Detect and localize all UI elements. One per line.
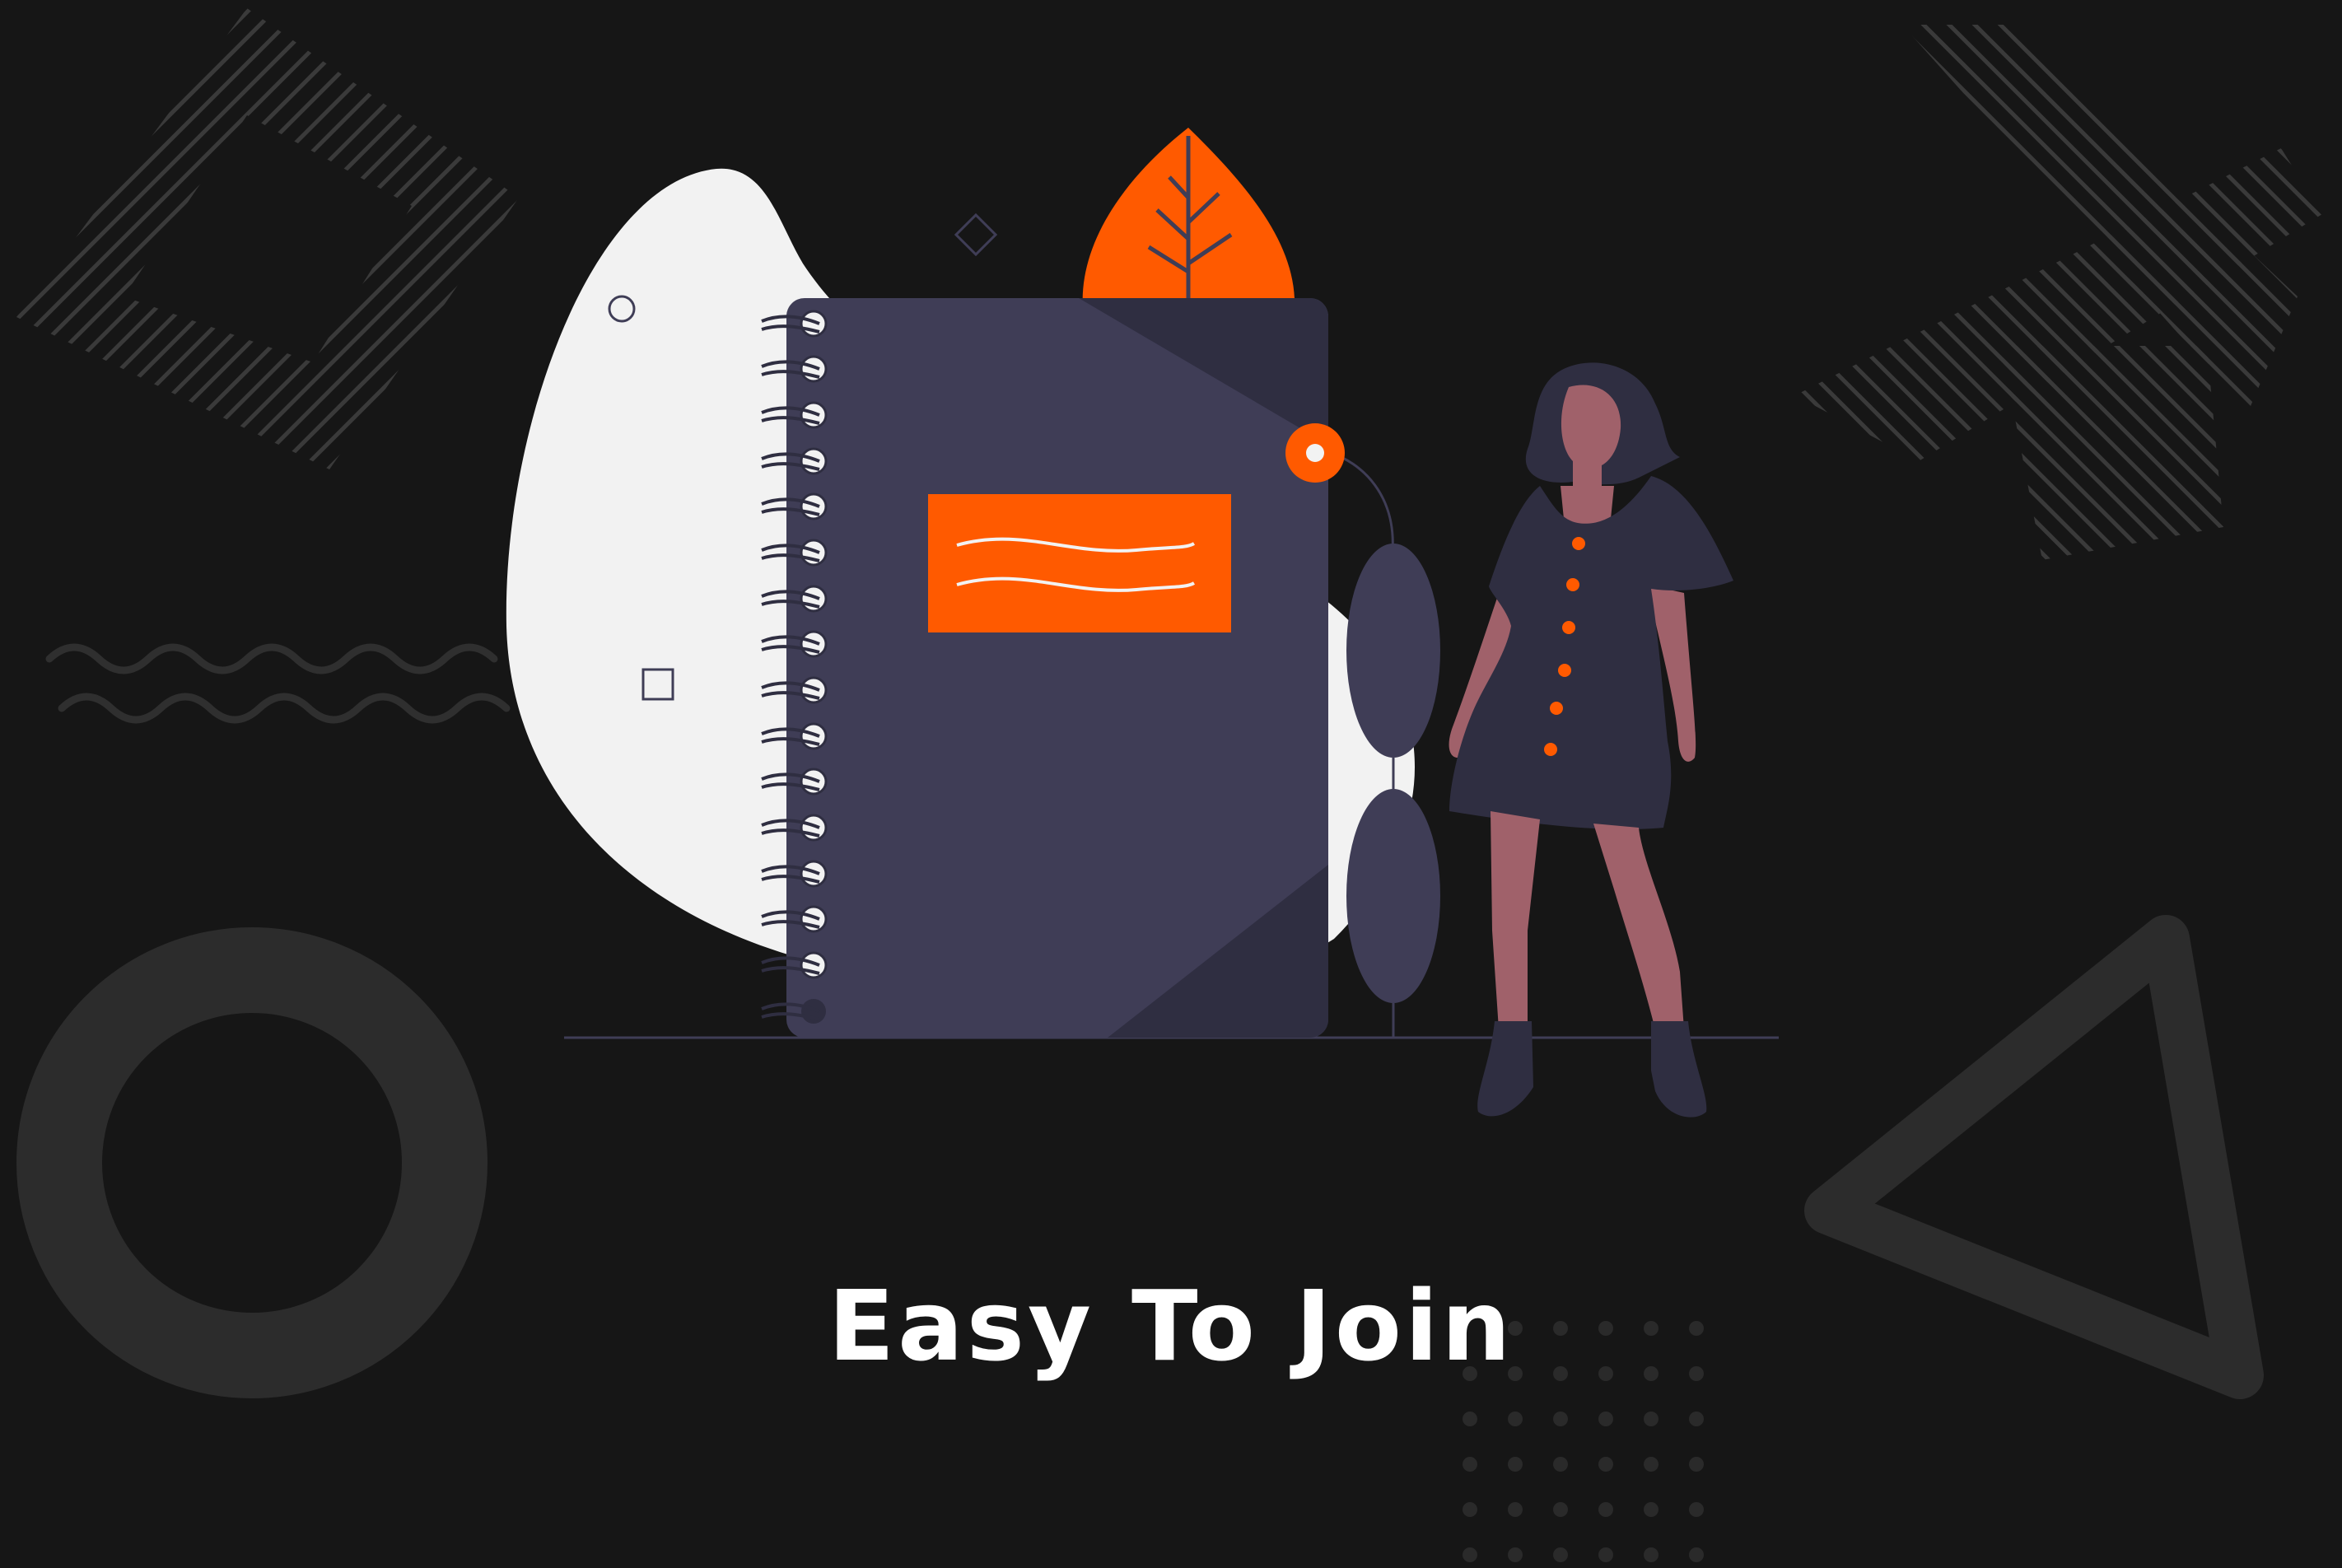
page-title: Easy To Join xyxy=(828,1269,1514,1383)
notebook-icon xyxy=(761,298,1345,1038)
